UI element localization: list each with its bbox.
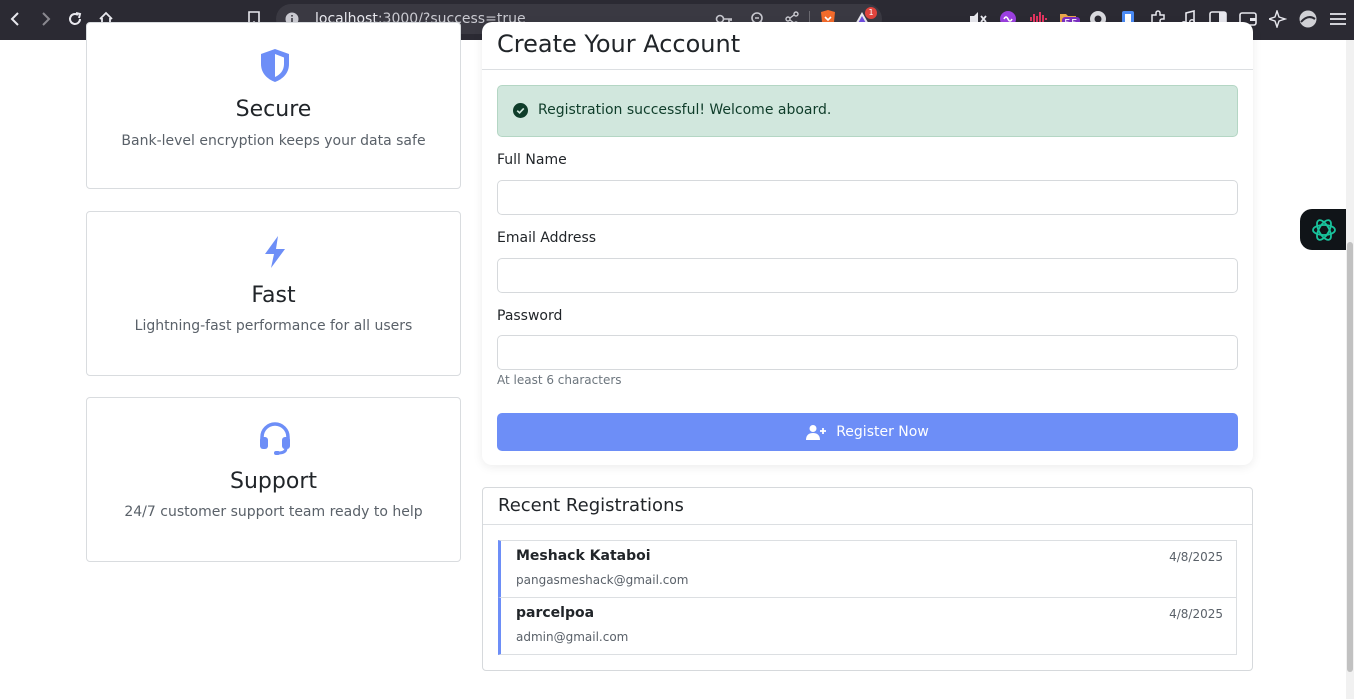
register-button-label: Register Now	[836, 424, 929, 440]
recent-registrations-header: Recent Registrations	[483, 488, 1252, 525]
email-label: Email Address	[497, 230, 597, 246]
full-name-label: Full Name	[497, 152, 567, 168]
hamburger-menu-icon	[1330, 13, 1346, 25]
registration-list-item: parcelpoa admin@gmail.com 4/8/2025	[498, 597, 1237, 655]
reload-icon	[69, 12, 82, 25]
feature-title: Secure	[235, 97, 312, 122]
check-circle-icon	[513, 103, 528, 118]
full-name-input[interactable]	[497, 180, 1238, 215]
registration-card-header: Create Your Account	[482, 22, 1253, 70]
registration-date: 4/8/2025	[1169, 607, 1223, 621]
email-input[interactable]	[497, 258, 1238, 293]
assistant-logo-icon	[1312, 218, 1336, 241]
bolt-icon	[265, 236, 285, 268]
user-plus-icon	[806, 425, 827, 440]
feature-description: 24/7 customer support team ready to help	[124, 504, 423, 520]
recent-registrations-title: Recent Registrations	[498, 495, 684, 516]
recent-registrations-card: Recent Registrations Meshack Kataboi pan…	[482, 487, 1253, 671]
feature-card-secure: Secure Bank-level encryption keeps your …	[86, 22, 461, 189]
scrollbar-thumb[interactable]	[1347, 242, 1353, 672]
menu-button[interactable]	[1328, 9, 1348, 29]
password-hint: At least 6 characters	[497, 373, 622, 387]
success-alert: Registration successful! Welcome aboard.	[497, 85, 1238, 137]
avatar-icon	[1299, 10, 1317, 28]
registrant-email: pangasmeshack@gmail.com	[516, 573, 689, 587]
registrant-name: Meshack Kataboi	[516, 548, 651, 564]
feature-description: Lightning-fast performance for all users	[134, 318, 413, 334]
shield-icon	[261, 49, 289, 82]
page-scrollbar[interactable]	[1346, 40, 1354, 699]
feature-title: Fast	[251, 283, 296, 308]
password-label: Password	[497, 308, 563, 324]
rewards-badge: 1	[865, 7, 877, 19]
feature-card-fast: Fast Lightning-fast performance for all …	[86, 211, 461, 376]
feature-title: Support	[230, 469, 317, 494]
back-button[interactable]	[5, 8, 27, 30]
password-input[interactable]	[497, 335, 1238, 370]
leo-ai-button[interactable]	[1268, 9, 1288, 29]
register-button[interactable]: Register Now	[497, 413, 1238, 451]
success-alert-text: Registration successful! Welcome aboard.	[538, 102, 832, 118]
page-title: Create Your Account	[497, 30, 741, 58]
registration-list-item: Meshack Kataboi pangasmeshack@gmail.com …	[498, 540, 1237, 598]
forward-button[interactable]	[34, 8, 56, 30]
floating-assistant-button[interactable]	[1300, 209, 1348, 250]
registrant-name: parcelpoa	[516, 605, 595, 621]
feature-card-support: Support 24/7 customer support team ready…	[86, 397, 461, 562]
feature-description: Bank-level encryption keeps your data sa…	[121, 133, 426, 149]
headset-icon	[260, 422, 290, 455]
reload-button[interactable]	[64, 8, 86, 30]
back-icon	[10, 12, 19, 26]
forward-icon	[42, 12, 51, 26]
registration-card: Create Your Account Registration success…	[482, 22, 1253, 465]
profile-button[interactable]	[1298, 9, 1318, 29]
registration-date: 4/8/2025	[1169, 550, 1223, 564]
registrant-email: admin@gmail.com	[516, 630, 629, 644]
sparkle-icon	[1269, 10, 1287, 28]
